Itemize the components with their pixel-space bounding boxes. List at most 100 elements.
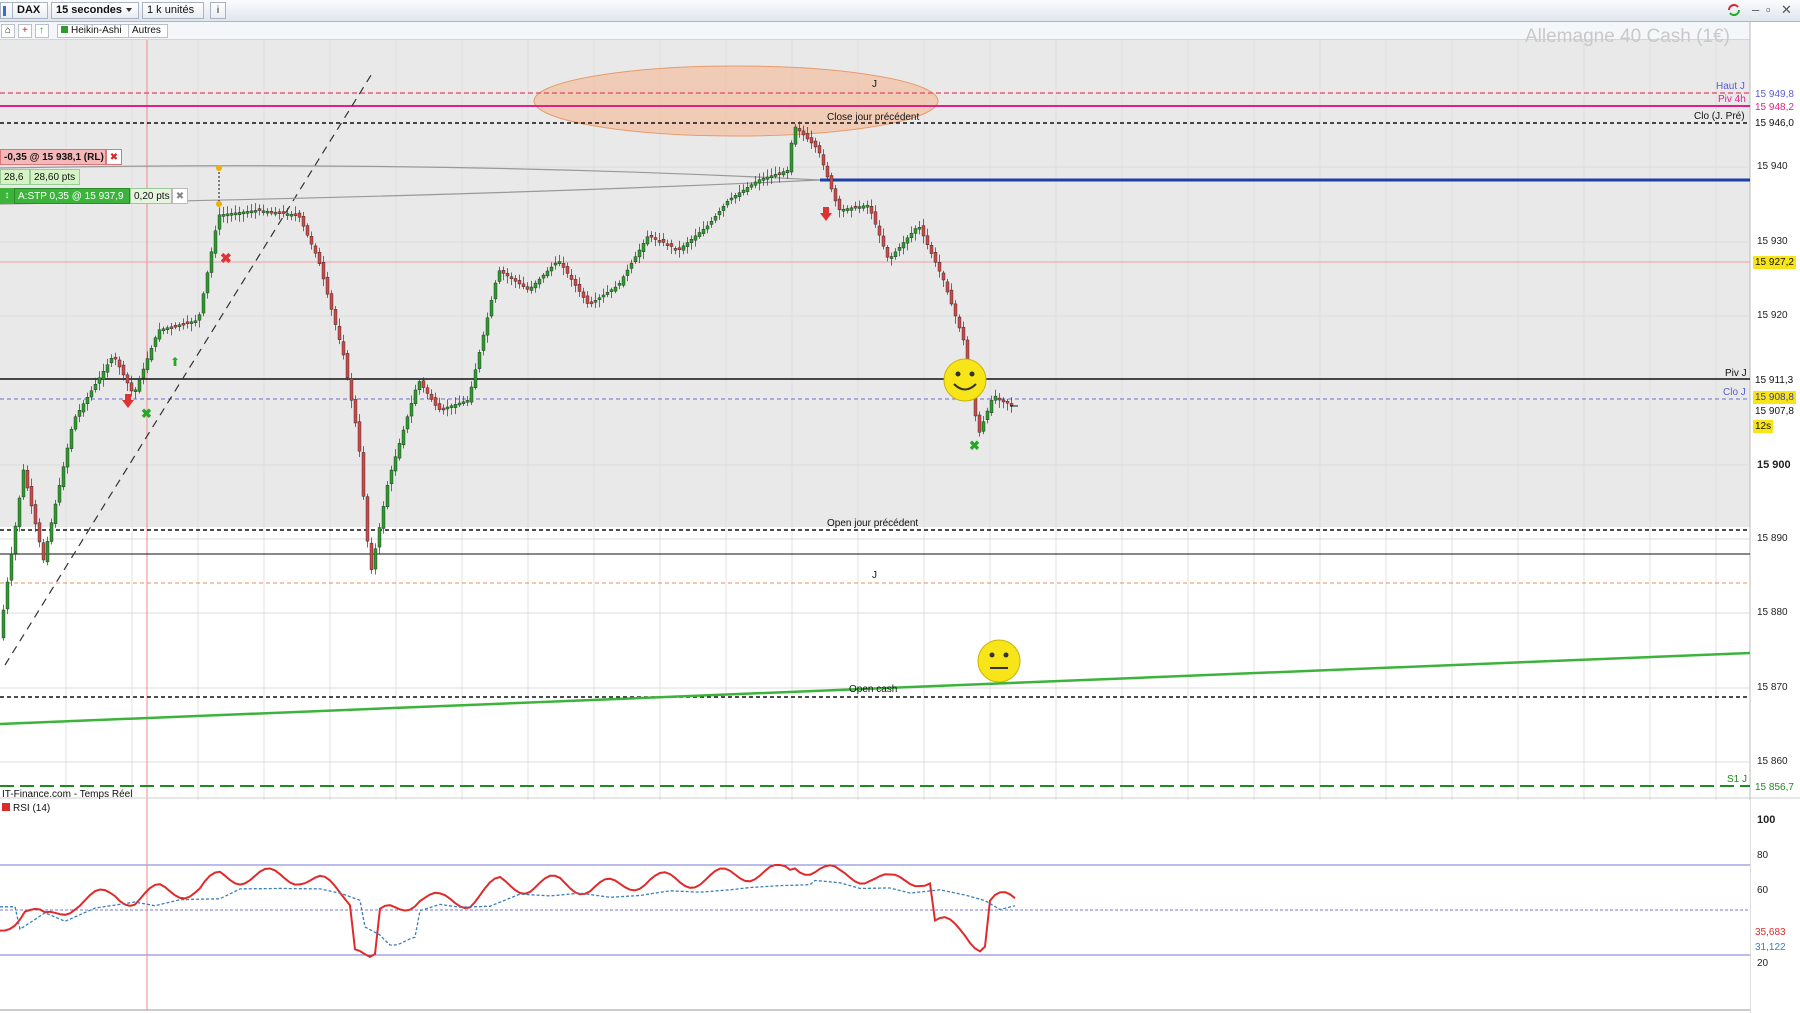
candle: [477, 352, 482, 369]
candle: [757, 179, 762, 184]
close-position-icon[interactable]: ✖: [106, 149, 122, 165]
candle: [457, 402, 462, 406]
candle: [797, 128, 802, 132]
stop-order-box[interactable]: A:STP 0,35 @ 15 937,9: [14, 188, 130, 204]
candle: [677, 247, 682, 250]
candle: [281, 211, 286, 214]
candle: [289, 213, 294, 217]
candle: [505, 272, 510, 277]
candle: [701, 228, 706, 234]
candle: [541, 274, 546, 279]
candle: [473, 369, 478, 388]
rsi-tick: 20: [1757, 958, 1769, 969]
candle: [45, 541, 50, 563]
rsi-panel[interactable]: [0, 800, 1750, 1013]
candle: [645, 236, 650, 245]
candle: [597, 297, 602, 300]
candle: [249, 210, 254, 214]
candle: [125, 374, 130, 384]
candle: [989, 400, 994, 414]
rsi-tick: 60: [1757, 885, 1769, 896]
candle: [345, 353, 350, 378]
candle: [985, 410, 990, 420]
candle: [581, 291, 586, 298]
candle: [1005, 400, 1010, 404]
candle: [449, 405, 454, 408]
order-handle[interactable]: [216, 165, 222, 171]
price-tag-clo-j: 15 908,8: [1753, 391, 1796, 404]
candle: [857, 206, 862, 209]
candle: [33, 504, 38, 525]
axis-tick: 15 880: [1757, 607, 1788, 618]
candle: [97, 377, 102, 384]
candle: [693, 235, 698, 241]
price-tag-piv4h: 15 948,2: [1753, 101, 1796, 114]
pnl-value: 28,6: [0, 169, 30, 185]
pnl-points: 28,60 pts: [30, 169, 80, 185]
candle: [333, 309, 338, 325]
candle: [781, 171, 786, 176]
candle: [925, 235, 930, 246]
buy-marker-icon: ✖: [141, 406, 152, 421]
neutral-smiley-icon: [977, 639, 1021, 683]
candle: [605, 292, 610, 295]
candle: [921, 225, 926, 237]
candle: [993, 395, 998, 401]
j-label-top: J: [872, 79, 877, 90]
candle: [613, 286, 618, 292]
axis-tick: 15 930: [1757, 236, 1788, 247]
candle: [833, 188, 838, 202]
candle: [237, 212, 242, 216]
candle: [361, 452, 366, 497]
j-label-mid: J: [872, 570, 877, 581]
candle: [293, 213, 298, 216]
candle: [145, 358, 150, 370]
candle: [105, 364, 110, 373]
candle: [133, 389, 138, 392]
candle: [825, 165, 830, 178]
candle: [409, 403, 414, 417]
candle: [705, 225, 710, 230]
candle: [157, 329, 162, 340]
stop-handle[interactable]: [216, 201, 222, 207]
candle: [893, 251, 898, 257]
candle: [777, 172, 782, 175]
candle: [497, 270, 502, 282]
price-chart[interactable]: ✖ ✖ ✖ ⬆: [0, 0, 1800, 1013]
candle: [493, 282, 498, 300]
candle: [489, 300, 494, 317]
price-tag-s1: 15 856,7: [1753, 781, 1796, 794]
candle: [717, 211, 722, 216]
axis-tick: 15 860: [1757, 756, 1788, 767]
candle: [809, 137, 814, 144]
candle: [189, 321, 194, 324]
candle: [525, 286, 530, 290]
candle: [897, 246, 902, 251]
candle: [65, 447, 70, 468]
candle: [193, 320, 198, 323]
candle: [829, 175, 834, 190]
price-tag-last: 15 907,8: [1753, 405, 1796, 418]
position-box[interactable]: -0,35 @ 15 938,1 (RL): [0, 149, 106, 165]
candle: [697, 232, 702, 237]
candle: [953, 303, 958, 317]
candle: [25, 470, 30, 489]
rsi-color-icon: [2, 803, 10, 811]
candle: [109, 358, 114, 364]
cancel-stop-icon[interactable]: ✖: [172, 188, 188, 204]
candle: [365, 496, 370, 542]
candle: [405, 416, 410, 430]
candle: [169, 326, 174, 329]
candle: [401, 429, 406, 446]
stop-handle-icon[interactable]: ↕: [0, 188, 14, 204]
candle: [853, 205, 858, 209]
buy-arrow-icon: ⬆: [170, 355, 180, 369]
candle: [881, 235, 886, 247]
candle: [253, 210, 258, 213]
candle: [141, 368, 146, 379]
candle: [385, 485, 390, 508]
candle: [421, 380, 426, 388]
candle: [453, 404, 458, 408]
candle: [961, 326, 966, 341]
candle: [209, 251, 214, 273]
